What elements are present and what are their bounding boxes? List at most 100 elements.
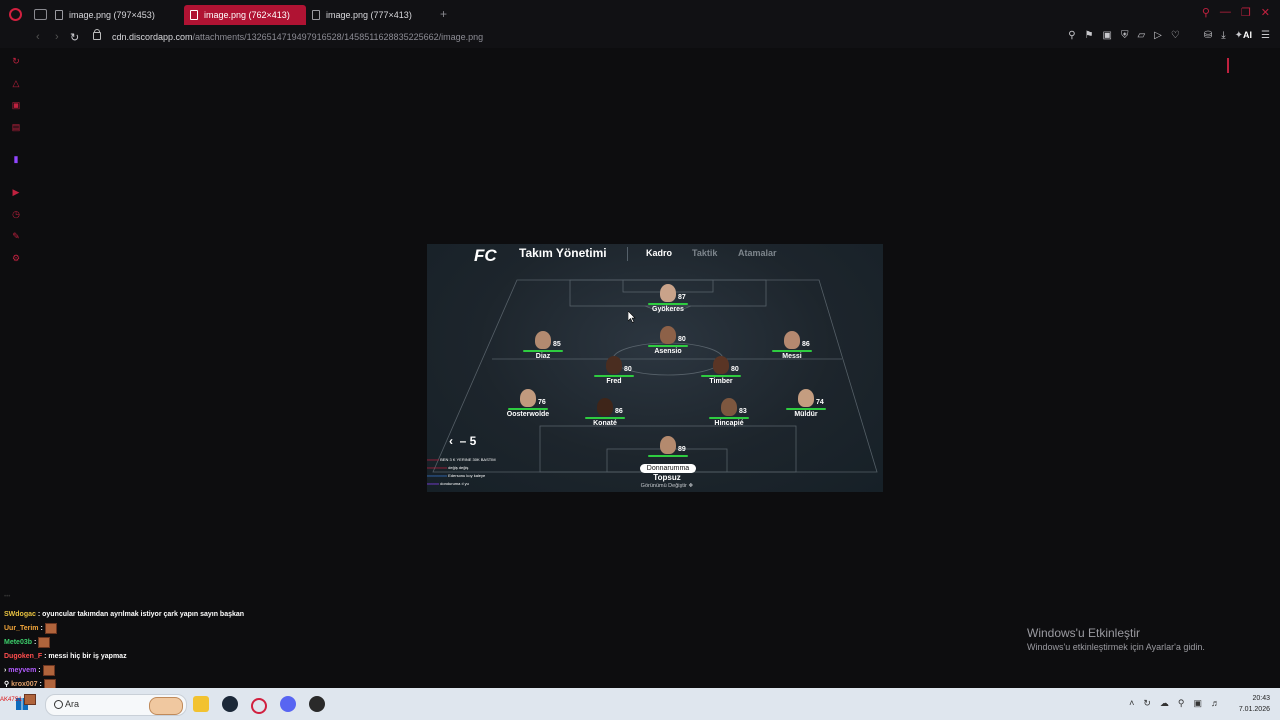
new-tab-button[interactable]: + <box>440 7 447 21</box>
player-name: Asensio <box>654 348 682 355</box>
chat-username: Dugoken_F <box>4 653 43 660</box>
chevron-left-icon[interactable]: ‹ <box>449 434 453 448</box>
zoom-icon[interactable]: ⚲ <box>1068 30 1075 41</box>
heart-icon[interactable]: ♡ <box>1171 30 1180 41</box>
player-bar <box>508 408 548 410</box>
search-icon <box>54 700 63 709</box>
game-screenshot[interactable]: FC Takım Yönetimi Kadro Taktik Atamalar … <box>427 244 883 492</box>
player-bar <box>648 303 688 305</box>
microphone-icon[interactable]: ⚲ <box>1178 698 1185 709</box>
history-icon[interactable]: ↻ <box>11 56 21 66</box>
stream-chat: SWdogac : oyuncular takımdan ayrılmak is… <box>4 608 244 692</box>
volume-icon[interactable]: ♬ <box>1211 698 1220 709</box>
opera-logo-icon[interactable] <box>9 8 22 21</box>
tab-image-3[interactable]: image.png (777×413) <box>312 5 434 25</box>
search-highlight-icon <box>149 697 183 715</box>
player-rating: 80 <box>678 336 686 343</box>
player-rating: 80 <box>731 366 739 373</box>
download-icon[interactable]: ⤓ <box>1221 30 1225 41</box>
player-bar <box>701 375 741 377</box>
chat-text: oyuncular takımdan ayrılmak istiyor çark… <box>42 611 245 618</box>
file-icon <box>55 10 63 20</box>
player-card[interactable]: 86 Messi <box>757 331 827 360</box>
steam-icon[interactable] <box>222 696 238 712</box>
tab-taktik[interactable]: Taktik <box>692 248 717 258</box>
tab-image-1[interactable]: image.png (797×453) <box>55 5 177 25</box>
display-icon[interactable]: ▣ <box>1193 698 1202 709</box>
chevron-up-icon[interactable]: ˄ <box>1129 698 1134 709</box>
pin-icon[interactable]: ⚑ <box>1085 30 1094 41</box>
shield-icon[interactable]: ⛨ <box>1121 30 1129 41</box>
taskbar: Ara ˄ ↻ ☁ ⚲ ▣ ♬ 20:43 7.01.2026 <box>0 688 1280 720</box>
shopping-icon[interactable]: △ <box>11 78 21 88</box>
player-icon[interactable]: ▶ <box>11 187 21 197</box>
chat-username: AK47S1 <box>0 697 23 704</box>
settings-icon[interactable]: ⚙ <box>11 253 21 263</box>
tab-kadro[interactable]: Kadro <box>646 248 672 258</box>
activation-title: Windows'u Etkinleştir <box>1027 626 1140 640</box>
network-icon[interactable]: ☁ <box>1160 698 1169 709</box>
pinboard-icon[interactable]: ✎ <box>11 231 21 241</box>
player-avatar <box>660 436 676 454</box>
clock-icon[interactable]: ◷ <box>11 209 21 219</box>
twitch-icon[interactable]: ▮ <box>11 154 21 164</box>
menu-icon[interactable]: ☰ <box>1261 30 1270 41</box>
mouse-cursor-icon <box>628 311 636 323</box>
opera-gx-icon[interactable] <box>251 698 267 714</box>
player-avatar <box>597 398 613 416</box>
sync-icon[interactable]: ↻ <box>1143 698 1151 709</box>
player-card[interactable]: 80 Timber <box>686 356 756 385</box>
sidebar: ↻ △ ▣ ▤ ▮ ▶ ◷ ✎ ⚙ <box>0 48 32 688</box>
player-card[interactable]: 74 Müldür <box>771 389 841 418</box>
fc-logo: FC <box>474 246 497 265</box>
back-button[interactable]: ‹ <box>36 31 40 43</box>
player-rating: 85 <box>553 341 561 348</box>
player-card[interactable]: 85 Diaz <box>508 331 578 360</box>
chat-message: Dugoken_F : messi hiç bir iş yapmaz <box>4 653 127 660</box>
chat-message: Mete03b : <box>4 636 244 650</box>
tab-image-2[interactable]: image.png (762×413) <box>184 5 306 25</box>
emote-icon <box>44 622 57 634</box>
activation-subtitle: Windows'u etkinleştirmek için Ayarlar'a … <box>1027 642 1205 652</box>
taskbar-clock[interactable]: 20:43 7.01.2026 <box>1239 693 1270 715</box>
player-bar <box>648 345 688 347</box>
forward-button[interactable]: › <box>55 31 59 43</box>
url-path: /attachments/1326514719497916528/1458511… <box>192 32 484 42</box>
workspaces-icon[interactable] <box>34 9 47 20</box>
snapshot-icon[interactable]: ▣ <box>1103 30 1112 41</box>
change-view-button[interactable]: Görünümü Değiştir ❖ <box>617 483 717 489</box>
player-card[interactable]: 80 Asensio <box>633 326 703 355</box>
wallet-icon[interactable]: ⛁ <box>1204 30 1212 41</box>
play-icon[interactable]: ▷ <box>1154 30 1162 41</box>
minimize-button[interactable]: — <box>1220 6 1231 19</box>
tab-atamalar[interactable]: Atamalar <box>738 248 777 258</box>
player-card[interactable]: 83 Hincapié <box>694 398 764 427</box>
player-card[interactable]: 87 Gyökeres <box>633 284 703 313</box>
player-rating: 86 <box>802 341 810 348</box>
player-card[interactable]: 76 Oosterwolde <box>493 389 563 418</box>
taskbar-search[interactable]: Ara <box>45 694 187 716</box>
player-card[interactable]: 80 Fred <box>579 356 649 385</box>
player-name: Müldür <box>794 411 818 418</box>
maximize-button[interactable]: ❐ <box>1241 6 1251 19</box>
chat-username-overlay: AK47S1 <box>0 694 36 705</box>
mini-chat-line: BEN 3 K YERINE 30K BASTIM <box>440 457 496 462</box>
player-name: Diaz <box>535 353 551 360</box>
ai-label: AI <box>1243 30 1253 40</box>
cube-icon[interactable]: ▱ <box>1137 30 1145 41</box>
news-icon[interactable]: ▤ <box>11 122 21 132</box>
search-placeholder: Ara <box>65 699 80 709</box>
messenger-icon[interactable]: ▣ <box>11 100 21 110</box>
obs-icon[interactable] <box>309 696 325 712</box>
reload-button[interactable]: ↻ <box>70 31 79 44</box>
url-field[interactable]: cdn.discordapp.com/attachments/132651471… <box>112 32 483 42</box>
file-icon <box>312 10 320 20</box>
file-explorer-icon[interactable] <box>193 696 209 712</box>
aria-ai-button[interactable]: ✦AI <box>1235 30 1252 41</box>
close-button[interactable]: ✕ <box>1261 6 1270 19</box>
formation-nav[interactable]: ‹ – 5 <box>449 434 476 448</box>
discord-icon[interactable] <box>280 696 296 712</box>
goalkeeper-card[interactable]: 89 Donnarumma <box>633 436 703 475</box>
player-card[interactable]: 86 Konaté <box>570 398 640 427</box>
search-tabs-icon[interactable]: ⚲ <box>1202 6 1210 19</box>
